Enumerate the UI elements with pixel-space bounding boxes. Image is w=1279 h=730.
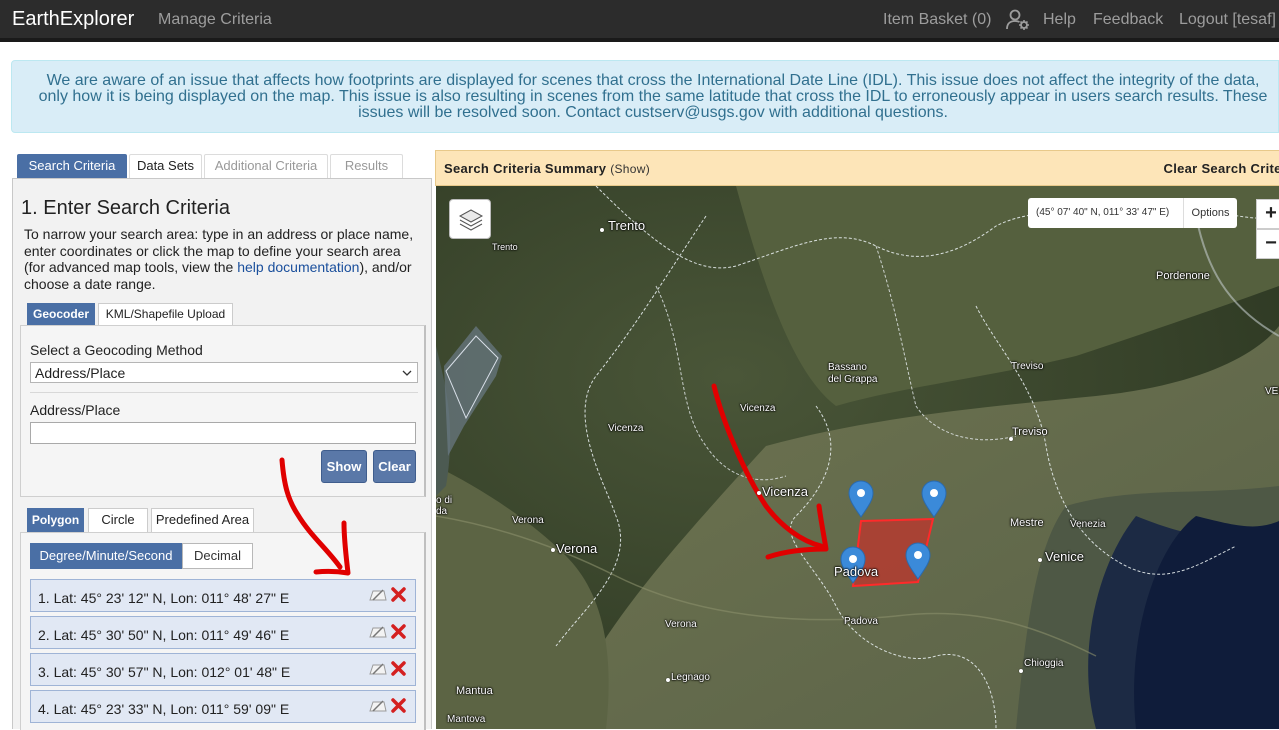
alert-message: We are aware of an issue that affects ho…: [38, 72, 1268, 121]
delete-icon[interactable]: [390, 697, 407, 714]
tab-polygon[interactable]: Polygon: [27, 508, 84, 532]
clear-search-criteria-link[interactable]: Clear Search Criter: [1164, 161, 1279, 176]
idl-alert: We are aware of an issue that affects ho…: [11, 60, 1279, 133]
geocoding-method-label: Select a Geocoding Method: [30, 342, 203, 358]
edit-icon[interactable]: [369, 625, 387, 639]
format-dms-button[interactable]: Degree/Minute/Second: [30, 543, 182, 569]
place-label: Treviso: [1012, 426, 1048, 438]
place-label: Pordenone: [1156, 270, 1210, 282]
chevron-down-icon: [402, 370, 412, 376]
summary-title: Search Criteria Summary (Show): [444, 161, 650, 176]
polygon-vertex-marker[interactable]: [921, 480, 947, 518]
place-label: Verona: [512, 515, 544, 526]
place-label: Verona: [665, 619, 697, 630]
layers-icon: [458, 209, 484, 231]
city-dot: [757, 491, 761, 495]
place-label: Trento: [608, 218, 646, 233]
coordinate-row: 3. Lat: 45° 30' 57" N, Lon: 012° 01' 48"…: [30, 653, 416, 686]
address-input[interactable]: [30, 422, 416, 444]
coordinates-text: (45° 07' 40" N, 011° 33' 47" E): [1036, 207, 1170, 218]
user-settings-icon[interactable]: [1006, 9, 1030, 31]
edit-icon[interactable]: [369, 662, 387, 676]
city-dot: [1038, 558, 1042, 562]
place-label: Mantua: [456, 685, 493, 697]
city-dot: [551, 548, 555, 552]
place-label: Mantova: [447, 714, 486, 725]
summary-title-text: Search Criteria Summary: [444, 161, 607, 176]
annotation-arrow-left: [279, 457, 351, 576]
place-label: Mestre: [1010, 517, 1044, 529]
delete-icon[interactable]: [390, 623, 407, 640]
place-label: Verona: [556, 541, 598, 556]
tab-geocoder[interactable]: Geocoder: [27, 303, 95, 325]
clear-button[interactable]: Clear: [373, 450, 416, 483]
layers-button[interactable]: [449, 199, 491, 239]
place-label: Vicenza: [740, 403, 776, 414]
place-label: Trento: [492, 242, 518, 252]
geocoder-box: Select a Geocoding Method Address/Place …: [20, 325, 426, 497]
manage-criteria-link[interactable]: Manage Criteria: [158, 11, 272, 29]
address-label: Address/Place: [30, 402, 121, 418]
divider: [30, 392, 418, 393]
options-button[interactable]: Options: [1183, 198, 1237, 228]
zoom-in-button[interactable]: +: [1256, 199, 1279, 229]
tab-additional-criteria[interactable]: Additional Criteria: [204, 154, 328, 178]
place-label: VER: [1265, 386, 1279, 397]
step-description: To narrow your search area: type in an a…: [24, 226, 424, 292]
top-navbar: EarthExplorer Manage Criteria Item Baske…: [0, 0, 1279, 42]
help-documentation-link[interactable]: help documentation: [237, 259, 359, 275]
format-decimal-button[interactable]: Decimal: [182, 543, 253, 569]
search-criteria-summary-bar: Search Criteria Summary (Show) Clear Sea…: [435, 150, 1279, 186]
item-basket-link[interactable]: Item Basket (0): [883, 11, 991, 29]
place-label: Vicenza: [762, 484, 809, 499]
place-label: Legnago: [671, 672, 710, 683]
tab-data-sets[interactable]: Data Sets: [129, 154, 202, 178]
place-label: Padova: [844, 616, 878, 627]
tab-kml-upload[interactable]: KML/Shapefile Upload: [98, 303, 233, 325]
edit-icon[interactable]: [369, 699, 387, 713]
coordinate-text: 2. Lat: 45° 30' 50" N, Lon: 011° 49' 46"…: [38, 627, 290, 643]
satellite-basemap: [436, 186, 1279, 729]
tab-predefined-area[interactable]: Predefined Area: [151, 508, 254, 532]
place-label: Treviso: [1011, 361, 1044, 372]
city-dot: [666, 678, 670, 682]
tab-results[interactable]: Results: [330, 154, 403, 178]
place-label: Venice: [1045, 549, 1085, 564]
geocoding-method-select[interactable]: Address/Place: [30, 362, 418, 383]
map-view[interactable]: Trento Trento Pordenone Bassano del Grap…: [436, 186, 1279, 729]
help-link[interactable]: Help: [1043, 11, 1076, 29]
cursor-coordinates: (45° 07' 40" N, 011° 33' 47" E) Options: [1028, 198, 1237, 228]
tab-circle[interactable]: Circle: [88, 508, 148, 532]
place-label: Venezia: [1070, 519, 1106, 530]
city-dot: [1019, 669, 1023, 673]
place-label: Padova: [834, 564, 879, 579]
polygon-vertex-marker[interactable]: [905, 542, 931, 580]
place-label: Bassano del Grappa: [828, 362, 878, 385]
coordinate-text: 4. Lat: 45° 23' 33" N, Lon: 011° 59' 09"…: [38, 701, 290, 717]
edit-icon[interactable]: [369, 588, 387, 602]
step-title: 1. Enter Search Criteria: [21, 197, 230, 219]
brand-logo[interactable]: EarthExplorer: [12, 8, 134, 31]
geocoding-method-value: Address/Place: [35, 365, 126, 381]
place-label: da: [436, 506, 448, 517]
coordinate-row: 4. Lat: 45° 23' 33" N, Lon: 011° 59' 09"…: [30, 690, 416, 723]
delete-icon[interactable]: [390, 660, 407, 677]
polygon-box: Degree/Minute/Second Decimal 1. Lat: 45°…: [20, 532, 426, 730]
delete-icon[interactable]: [390, 586, 407, 603]
place-label: Vicenza: [608, 423, 644, 434]
city-dot: [600, 228, 604, 232]
coordinate-row: 2. Lat: 45° 30' 50" N, Lon: 011° 49' 46"…: [30, 616, 416, 649]
tab-search-criteria[interactable]: Search Criteria: [17, 154, 127, 178]
feedback-link[interactable]: Feedback: [1093, 11, 1163, 29]
polygon-vertex-marker[interactable]: [848, 480, 874, 518]
place-label: Chioggia: [1024, 658, 1064, 669]
coordinate-text: 3. Lat: 45° 30' 57" N, Lon: 012° 01' 48"…: [38, 664, 291, 680]
summary-show-link[interactable]: (Show): [610, 162, 650, 176]
search-criteria-panel: 1. Enter Search Criteria To narrow your …: [12, 178, 432, 730]
zoom-out-button[interactable]: −: [1256, 229, 1279, 259]
coordinate-text: 1. Lat: 45° 23' 12" N, Lon: 011° 48' 27"…: [38, 590, 290, 606]
logout-link[interactable]: Logout [tesaf]: [1179, 11, 1276, 29]
coordinate-row: 1. Lat: 45° 23' 12" N, Lon: 011° 48' 27"…: [30, 579, 416, 612]
